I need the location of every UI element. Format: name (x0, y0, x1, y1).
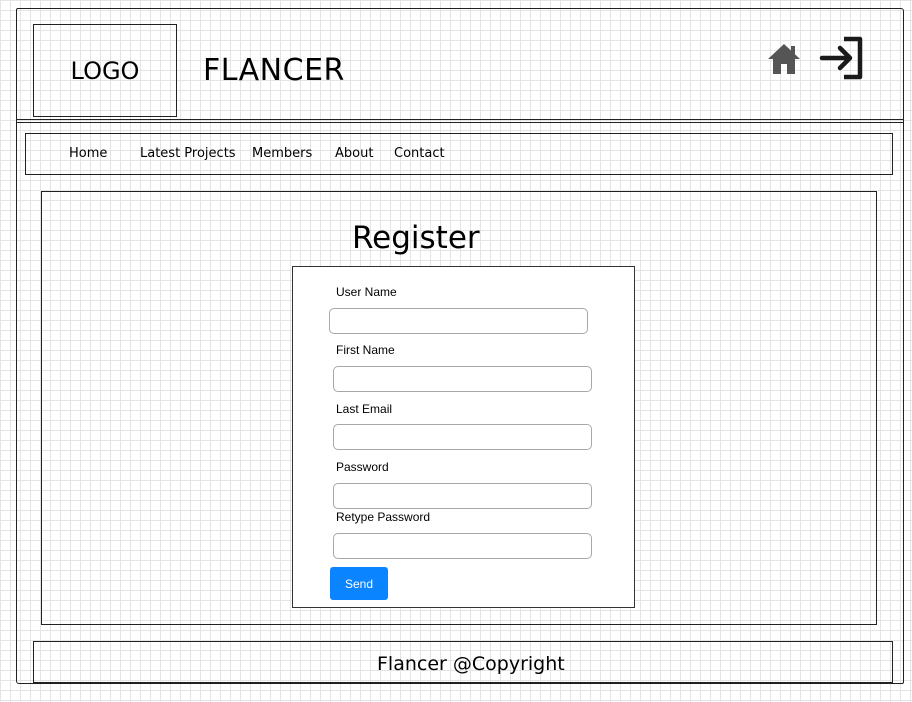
nav-item-latest-projects[interactable]: Latest Projects (140, 146, 236, 161)
retype-password-input[interactable] (333, 533, 592, 559)
app-title: FLANCER (203, 53, 345, 88)
user-name-label: User Name (336, 285, 397, 299)
logo-text: LOGO (70, 56, 140, 85)
page-title: Register (352, 220, 480, 256)
footer-text: Flancer @Copyright (377, 653, 565, 675)
password-input[interactable] (333, 483, 592, 509)
last-email-label: Last Email (336, 402, 393, 416)
nav-item-contact[interactable]: Contact (394, 146, 445, 161)
nav-item-about[interactable]: About (335, 146, 373, 161)
first-name-label: First Name (336, 343, 395, 357)
password-label: Password (336, 460, 389, 474)
home-icon[interactable] (766, 41, 802, 77)
nav-item-home[interactable]: Home (69, 146, 107, 161)
user-name-input[interactable] (329, 308, 588, 334)
logo: LOGO (33, 24, 177, 117)
send-button[interactable]: Send (330, 567, 388, 600)
last-email-input[interactable] (333, 424, 592, 450)
retype-password-label: Retype Password (336, 510, 431, 524)
first-name-input[interactable] (333, 366, 592, 392)
login-icon[interactable] (818, 34, 866, 82)
header-divider (16, 119, 904, 123)
nav-item-members[interactable]: Members (252, 146, 312, 161)
